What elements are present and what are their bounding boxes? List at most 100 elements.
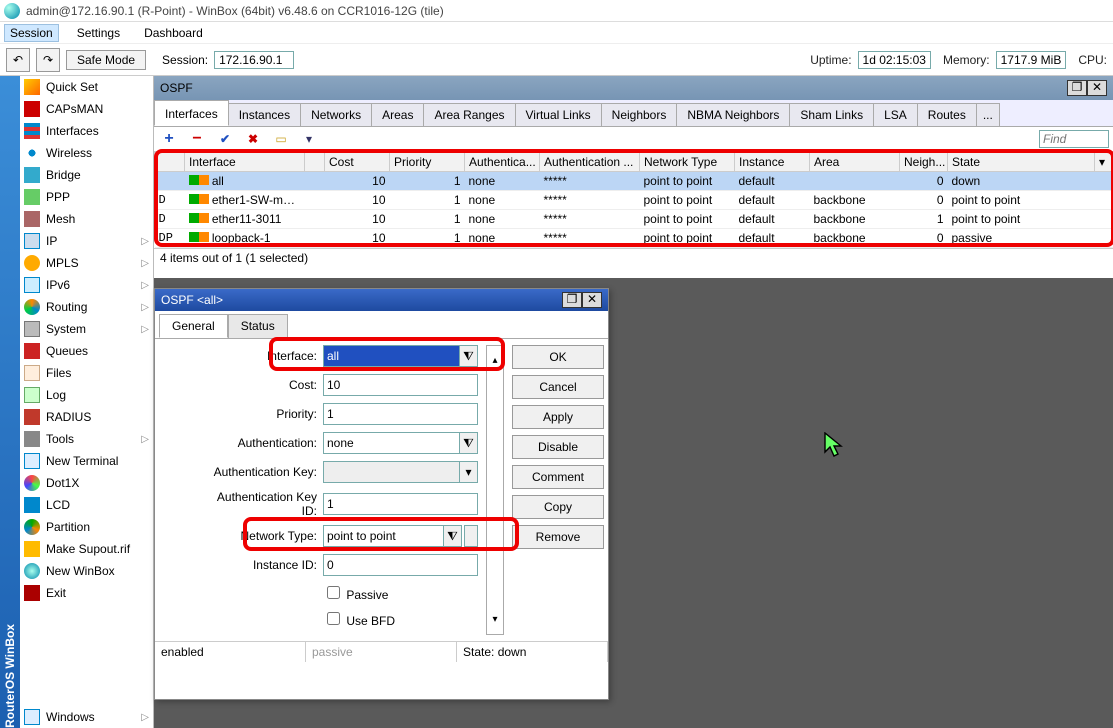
form-scroll[interactable]: ▴▾	[486, 345, 504, 635]
sidebar-item-label: Exit	[46, 586, 66, 600]
disable-button[interactable]: ✖	[242, 129, 264, 149]
sidebar-item-log[interactable]: Log	[20, 384, 153, 406]
ospf-tab--[interactable]: ...	[976, 103, 1000, 126]
find-input[interactable]	[1039, 130, 1109, 148]
sidebar-item-queues[interactable]: Queues	[20, 340, 153, 362]
ospf-tab-lsa[interactable]: LSA	[873, 103, 918, 126]
column-header[interactable]: State	[948, 153, 1095, 172]
passive-checkbox[interactable]	[327, 586, 340, 599]
add-button[interactable]: +	[158, 129, 180, 149]
menu-session[interactable]: Session	[4, 24, 59, 42]
ospf-tab-area-ranges[interactable]: Area Ranges	[423, 103, 515, 126]
sidebar-item-exit[interactable]: Exit	[20, 582, 153, 604]
sidebar-item-routing[interactable]: Routing▷	[20, 296, 153, 318]
table-row[interactable]: all101none*****point to pointdefault0dow…	[155, 172, 1113, 191]
column-header[interactable]: Cost	[325, 153, 390, 172]
table-row[interactable]: D ether11-3011101none*****point to point…	[155, 210, 1113, 229]
sidebar-item-wireless[interactable]: Wireless	[20, 142, 153, 164]
disable-button[interactable]: Disable	[512, 435, 604, 459]
ospf-titlebar[interactable]: OSPF ❐ ✕	[154, 76, 1113, 100]
ospf-tab-interfaces[interactable]: Interfaces	[154, 100, 229, 126]
sidebar-item-windows[interactable]: Windows▷	[20, 706, 153, 728]
ospf-maximize-icon[interactable]: ❐	[1067, 80, 1087, 96]
undo-button[interactable]: ↶	[6, 48, 30, 72]
detail-close-icon[interactable]: ✕	[582, 292, 602, 308]
authkey-reveal-icon[interactable]: ▾	[460, 461, 478, 483]
interface-field[interactable]: all	[323, 345, 460, 367]
tab-status[interactable]: Status	[228, 314, 288, 338]
sidebar-item-bridge[interactable]: Bridge	[20, 164, 153, 186]
sidebar-item-ip[interactable]: IP▷	[20, 230, 153, 252]
interface-dropdown-icon[interactable]: ⧨	[460, 345, 478, 367]
table-row[interactable]: D ether1-SW-mult...101none*****point to …	[155, 191, 1113, 210]
priority-field[interactable]: 1	[323, 403, 478, 425]
auth-dropdown-icon[interactable]: ⧨	[460, 432, 478, 454]
ospf-close-icon[interactable]: ✕	[1087, 80, 1107, 96]
sidebar-item-label: New Terminal	[46, 454, 118, 468]
ospf-tab-areas[interactable]: Areas	[371, 103, 424, 126]
tab-general[interactable]: General	[159, 314, 228, 338]
redo-button[interactable]: ↷	[36, 48, 60, 72]
detail-maximize-icon[interactable]: ❐	[562, 292, 582, 308]
ntype-field[interactable]: point to point	[323, 525, 444, 547]
column-header[interactable]: Interface	[185, 153, 305, 172]
sidebar-item-partition[interactable]: Partition	[20, 516, 153, 538]
sidebar-item-ipv6[interactable]: IPv6▷	[20, 274, 153, 296]
comment-button[interactable]: Comment	[512, 465, 604, 489]
sidebar-item-interfaces[interactable]: Interfaces	[20, 120, 153, 142]
column-menu-icon[interactable]: ▾	[1095, 153, 1113, 172]
comment-button[interactable]: ▭	[270, 129, 292, 149]
sidebar-item-make-supout-rif[interactable]: Make Supout.rif	[20, 538, 153, 560]
filter-button[interactable]: ▾	[298, 129, 320, 149]
ospf-tab-virtual-links[interactable]: Virtual Links	[515, 103, 602, 126]
sidebar-item-capsman[interactable]: CAPsMAN	[20, 98, 153, 120]
sidebar-item-dot1x[interactable]: Dot1X	[20, 472, 153, 494]
authkey-field[interactable]	[323, 461, 460, 483]
sidebar-item-ppp[interactable]: PPP	[20, 186, 153, 208]
ok-button[interactable]: OK	[512, 345, 604, 369]
auth-field[interactable]: none	[323, 432, 460, 454]
sidebar-item-mpls[interactable]: MPLS▷	[20, 252, 153, 274]
sidebar-item-new-terminal[interactable]: New Terminal	[20, 450, 153, 472]
ospf-tab-routes[interactable]: Routes	[917, 103, 977, 126]
ntype-dropdown-icon[interactable]: ⧨	[444, 525, 462, 547]
ntype-extra-button[interactable]	[464, 525, 478, 547]
sidebar-item-quick-set[interactable]: Quick Set	[20, 76, 153, 98]
sidebar-item-mesh[interactable]: Mesh	[20, 208, 153, 230]
ospf-tab-neighbors[interactable]: Neighbors	[601, 103, 678, 126]
sidebar-item-lcd[interactable]: LCD	[20, 494, 153, 516]
sidebar-item-tools[interactable]: Tools▷	[20, 428, 153, 450]
sidebar-item-system[interactable]: System▷	[20, 318, 153, 340]
column-header[interactable]: Area	[810, 153, 900, 172]
remove-button[interactable]: −	[186, 129, 208, 149]
column-header[interactable]	[305, 153, 325, 172]
copy-button[interactable]: Copy	[512, 495, 604, 519]
column-header[interactable]: Authentica...	[465, 153, 540, 172]
sidebar-item-files[interactable]: Files	[20, 362, 153, 384]
cost-field[interactable]: 10	[323, 374, 478, 396]
column-header[interactable]: Priority	[390, 153, 465, 172]
sidebar-item-radius[interactable]: RADIUS	[20, 406, 153, 428]
cancel-button[interactable]: Cancel	[512, 375, 604, 399]
instid-field[interactable]: 0	[323, 554, 478, 576]
column-header[interactable]: Network Type	[640, 153, 735, 172]
sidebar-item-new-winbox[interactable]: New WinBox	[20, 560, 153, 582]
ospf-tab-instances[interactable]: Instances	[228, 103, 301, 126]
ospf-tab-nbma-neighbors[interactable]: NBMA Neighbors	[676, 103, 790, 126]
ospf-tab-networks[interactable]: Networks	[300, 103, 372, 126]
column-header[interactable]	[155, 153, 185, 172]
column-header[interactable]: Authentication ...	[540, 153, 640, 172]
enable-button[interactable]: ✔	[214, 129, 236, 149]
apply-button[interactable]: Apply	[512, 405, 604, 429]
table-row[interactable]: DP loopback-1101none*****point to pointd…	[155, 229, 1113, 248]
remove-button[interactable]: Remove	[512, 525, 604, 549]
detail-titlebar[interactable]: OSPF <all> ❐ ✕	[155, 289, 608, 311]
column-header[interactable]: Instance	[735, 153, 810, 172]
ospf-tab-sham-links[interactable]: Sham Links	[789, 103, 874, 126]
menu-settings[interactable]: Settings	[71, 24, 126, 42]
column-header[interactable]: Neigh...	[900, 153, 948, 172]
safemode-button[interactable]: Safe Mode	[66, 50, 146, 70]
authkeyid-field[interactable]: 1	[323, 493, 478, 515]
usebfd-checkbox[interactable]	[327, 612, 340, 625]
menu-dashboard[interactable]: Dashboard	[138, 24, 209, 42]
